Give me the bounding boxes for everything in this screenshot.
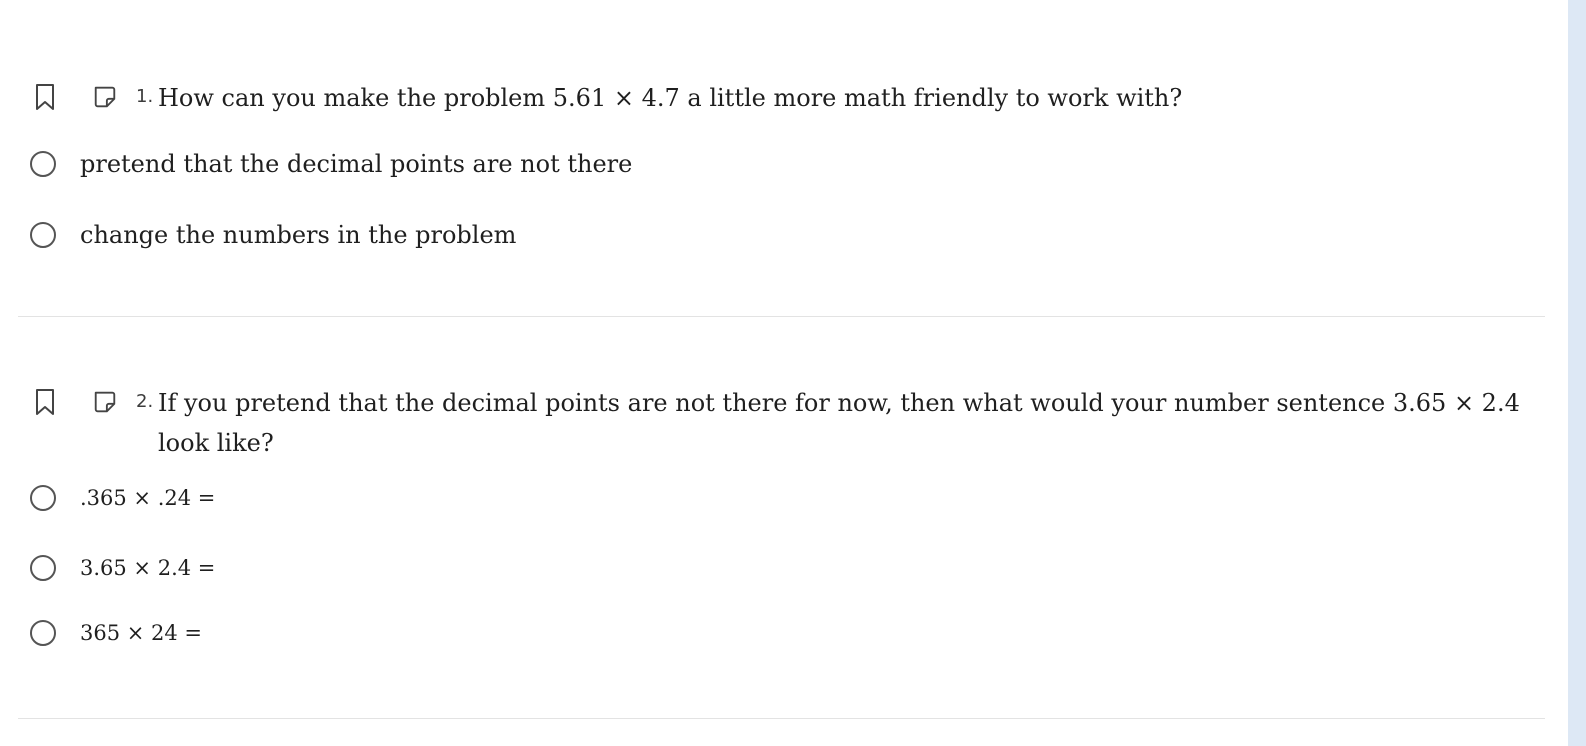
question-1: 1. How can you make the problem 5.61 × 4… bbox=[0, 78, 1545, 118]
bookmark-button[interactable] bbox=[32, 82, 58, 112]
math-expression: 3.65 × 2.4 bbox=[1392, 389, 1520, 417]
radio-icon[interactable] bbox=[30, 555, 56, 581]
radio-icon[interactable] bbox=[30, 620, 56, 646]
question-divider bbox=[18, 316, 1545, 317]
math-expression: 5.61 × 4.7 bbox=[552, 84, 680, 112]
option-label: change the numbers in the problem bbox=[80, 221, 517, 249]
answer-option[interactable]: 3.65 × 2.4 = bbox=[30, 548, 215, 588]
note-icon bbox=[94, 391, 116, 413]
note-icon bbox=[94, 86, 116, 108]
radio-icon[interactable] bbox=[30, 222, 56, 248]
answer-option[interactable]: pretend that the decimal points are not … bbox=[30, 144, 632, 184]
option-label: 365 × 24 = bbox=[80, 621, 203, 645]
question-number: 2. bbox=[136, 391, 154, 412]
question-text: If you pretend that the decimal points a… bbox=[158, 383, 1538, 463]
radio-icon[interactable] bbox=[30, 485, 56, 511]
question-number: 1. bbox=[136, 86, 154, 107]
question-divider bbox=[18, 718, 1545, 719]
answer-option[interactable]: change the numbers in the problem bbox=[30, 215, 516, 255]
note-button[interactable] bbox=[92, 82, 118, 112]
option-label: .365 × .24 = bbox=[80, 486, 216, 510]
option-label: pretend that the decimal points are not … bbox=[80, 150, 633, 178]
scrollbar-track[interactable] bbox=[1568, 0, 1586, 746]
question-text-part: If you pretend that the decimal points a… bbox=[158, 389, 1393, 417]
option-label: 3.65 × 2.4 = bbox=[80, 556, 216, 580]
bookmark-icon bbox=[36, 389, 54, 415]
bookmark-icon bbox=[36, 84, 54, 110]
question-text: How can you make the problem 5.61 × 4.7 … bbox=[158, 78, 1182, 118]
answer-option[interactable]: 365 × 24 = bbox=[30, 613, 202, 653]
answer-option[interactable]: .365 × .24 = bbox=[30, 478, 215, 518]
question-text-part: a little more math friendly to work with… bbox=[679, 84, 1183, 112]
question-text-part: look like? bbox=[158, 429, 274, 457]
question-2: 2. If you pretend that the decimal point… bbox=[0, 383, 1545, 457]
radio-icon[interactable] bbox=[30, 151, 56, 177]
question-header: 2. If you pretend that the decimal point… bbox=[0, 383, 1545, 457]
bookmark-button[interactable] bbox=[32, 387, 58, 417]
question-text-part: How can you make the problem bbox=[158, 84, 553, 112]
note-button[interactable] bbox=[92, 387, 118, 417]
question-header: 1. How can you make the problem 5.61 × 4… bbox=[0, 78, 1545, 118]
